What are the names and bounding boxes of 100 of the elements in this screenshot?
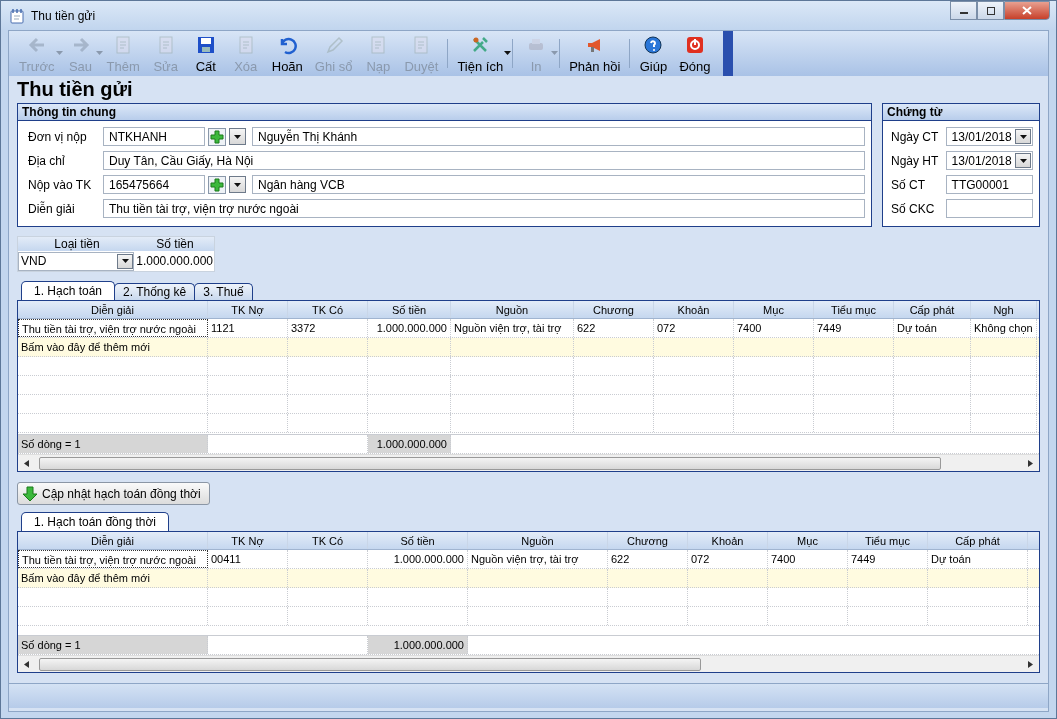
- add-button[interactable]: [208, 175, 226, 194]
- column-header: Nguồn: [451, 301, 574, 318]
- close-icon: [1022, 6, 1032, 15]
- arrow-down-icon: [22, 485, 38, 502]
- tab[interactable]: 2. Thống kê: [114, 283, 196, 300]
- column-header: Số tiền: [368, 301, 451, 318]
- dropdown-button[interactable]: [1015, 129, 1031, 144]
- update-button[interactable]: Cập nhật hạch toán đồng thời: [17, 482, 210, 505]
- panel-title: Chứng từ: [883, 104, 1039, 121]
- date-field[interactable]: 13/01/2018: [945, 151, 1033, 170]
- close-button[interactable]: [1004, 1, 1050, 20]
- toolbar-overflow-icon[interactable]: [722, 31, 733, 76]
- caret-icon: [551, 51, 559, 55]
- field-label: Số CKC: [890, 201, 936, 216]
- caret-icon: [121, 259, 129, 263]
- tab[interactable]: 3. Thuế: [194, 283, 253, 300]
- text-field[interactable]: Thu tiền tài trợ, viện trợ nước ngoài: [103, 199, 865, 218]
- table-cell: Nguồn viện trợ, tài trợ: [451, 319, 574, 337]
- table-cell: Dự toán: [894, 319, 971, 337]
- add-row-cell[interactable]: Bấm vào đây để thêm mới: [18, 569, 208, 587]
- date-field[interactable]: 13/01/2018: [945, 127, 1033, 146]
- help-icon: [643, 35, 664, 55]
- currency-dropdown[interactable]: VND: [18, 251, 134, 271]
- row-count: Số dòng = 1: [18, 435, 208, 453]
- caret-icon: [55, 51, 63, 55]
- toolbar-button[interactable]: Tiện ích: [451, 31, 510, 76]
- table-cell: 00411: [208, 550, 288, 568]
- toolbar-button[interactable]: Giúp: [633, 31, 674, 76]
- table-cell: 1.000.000.000: [368, 319, 451, 337]
- text-field[interactable]: [945, 199, 1033, 218]
- save-icon: [195, 35, 216, 55]
- scroll-right-icon: [1028, 459, 1033, 467]
- caret-icon: [1019, 134, 1027, 139]
- dropdown-button[interactable]: [229, 128, 246, 145]
- code-field[interactable]: NTKHANH: [103, 127, 205, 146]
- toolbar-button[interactable]: Hoãn: [265, 31, 309, 76]
- dropdown-button[interactable]: [1015, 153, 1031, 168]
- total-cell: 1.000.000.000: [368, 435, 451, 453]
- column-header: TK Nợ: [208, 532, 288, 549]
- column-header: Khoản: [654, 301, 734, 318]
- table-cell: 072: [688, 550, 768, 568]
- maximize-icon: [985, 6, 996, 15]
- dropdown-button[interactable]: [229, 176, 246, 193]
- field-label: Đơn vị nộp: [27, 129, 88, 144]
- table-cell: Nguồn viện trợ, tài trợ: [468, 550, 608, 568]
- caret-icon: [234, 134, 241, 139]
- column-header: Loại tiền: [53, 237, 101, 251]
- tab[interactable]: 1. Hạch toán đồng thời: [21, 512, 169, 531]
- panel-title: Thông tin chung: [18, 104, 871, 121]
- amount-cell: 1.000.000.000: [136, 254, 214, 268]
- field-label: Ngày HT: [890, 153, 940, 168]
- table-cell: 072: [654, 319, 734, 337]
- table-cell: 7449: [848, 550, 928, 568]
- column-header: Diễn giải: [18, 532, 208, 549]
- column-header: Mục: [768, 532, 848, 549]
- field-label: Ngày CT: [890, 129, 940, 144]
- table-cell: Thu tiền tài trợ, viện trợ nước ngoài: [18, 319, 208, 337]
- notepad-icon: [9, 7, 25, 24]
- scroll-left-icon: [24, 660, 29, 668]
- column-header: Số tiền: [368, 532, 468, 549]
- column-header: TK Nợ: [208, 301, 288, 318]
- column-header: Nguồn: [468, 532, 608, 549]
- toolbar-button[interactable]: Đóng: [673, 31, 717, 76]
- column-header: Cấp phát: [928, 532, 1028, 549]
- window-title: Thu tiền gửi: [31, 8, 97, 23]
- field-label: Diễn giải: [27, 201, 76, 216]
- plus-icon: [210, 129, 224, 144]
- row-count: Số dòng = 1: [18, 636, 208, 654]
- maximize-button[interactable]: [977, 1, 1004, 20]
- toolbar-button[interactable]: Phản hồi: [563, 31, 627, 76]
- toolbar-button[interactable]: Cất: [185, 31, 226, 76]
- table-cell: 3372: [288, 319, 368, 337]
- add-row-cell[interactable]: Bấm vào đây để thêm mới: [18, 338, 208, 356]
- power-icon: [685, 35, 705, 55]
- column-header: Chương: [574, 301, 654, 318]
- name-field[interactable]: Ngân hàng VCB: [252, 175, 865, 194]
- minimize-button[interactable]: [950, 1, 977, 20]
- table-cell: 7400: [734, 319, 814, 337]
- name-field[interactable]: Nguyễn Thị Khánh: [252, 127, 865, 146]
- column-header: Số tiền: [155, 237, 195, 251]
- tab[interactable]: 1. Hạch toán: [21, 281, 116, 300]
- column-header: TK Có: [288, 532, 368, 549]
- horizontal-scrollbar[interactable]: [18, 454, 1039, 471]
- text-field[interactable]: TTG00001: [945, 175, 1033, 194]
- scroll-right-icon: [1028, 660, 1033, 668]
- table-cell: Không chọn: [971, 319, 1037, 337]
- scroll-left-icon: [24, 459, 29, 467]
- column-header: Cấp phát: [894, 301, 971, 318]
- column-header: Ngh: [971, 301, 1037, 318]
- plus-icon: [210, 177, 224, 192]
- column-header: Tiểu mục: [848, 532, 928, 549]
- column-header: Tiểu mục: [814, 301, 894, 318]
- code-field[interactable]: 165475664: [103, 175, 205, 194]
- field-label: Nộp vào TK: [27, 177, 93, 192]
- horizontal-scrollbar[interactable]: [18, 655, 1039, 672]
- caret-icon: [504, 51, 512, 55]
- column-header: Khoản: [688, 532, 768, 549]
- text-field[interactable]: Duy Tân, Cầu Giấy, Hà Nội: [103, 151, 865, 170]
- table-cell: 1121: [208, 319, 288, 337]
- add-button[interactable]: [208, 127, 226, 146]
